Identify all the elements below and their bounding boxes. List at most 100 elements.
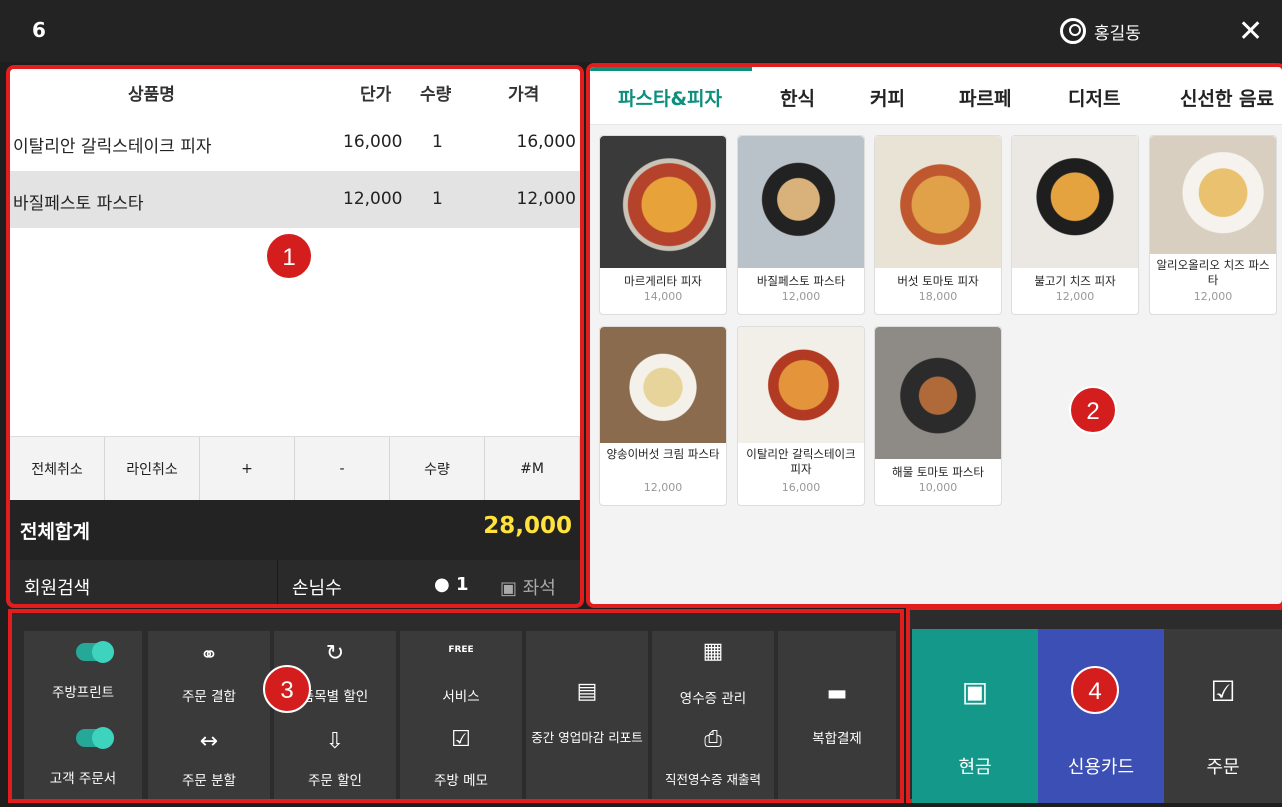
tab-fresh-drinks[interactable]: 신선한 음료 [1180,84,1274,111]
item-discount-icon: ↻ [325,641,345,666]
menu-item-bulgogi-cheese-pizza[interactable]: 불고기 치즈 피자 12,000 [1011,135,1139,315]
customer-order-toggle-cell[interactable]: 고객 주문서 [24,715,142,799]
midday-report-button[interactable]: ▤ 중간 영업마감 리포트 [526,631,648,799]
menu-item-name: 알리오올리오 치즈 파스타 [1156,258,1270,287]
service-cloche-icon: FREE [448,645,474,655]
seat-button[interactable]: ▣ 좌석 [500,574,556,600]
annotation-badge-2: 2 [1069,386,1117,434]
header-price: 가격 [508,85,540,105]
order-list-header: 상품명 단가 수량 가격 [10,69,580,114]
order-row[interactable]: 바질페스토 파스타 12,000 1 12,000 [10,171,580,228]
service-button[interactable]: FREE 서비스 [400,631,522,715]
split-icon: ↔ [199,729,219,754]
chef-hat-icon: ☑ [451,727,471,752]
credit-card-button[interactable]: 신용카드 [1038,629,1164,803]
annotation-badge-3: 3 [263,665,311,713]
kitchen-memo-button[interactable]: ☑ 주방 메모 [400,715,522,799]
order-checklist-icon: ☑ [1210,675,1236,708]
cancel-line-button[interactable]: 라인취소 [105,437,200,500]
order-button[interactable]: ☑ 주문 [1164,629,1282,803]
menu-item-seafood-tomato-pasta[interactable]: 해물 토마토 파스타 10,000 [874,326,1002,506]
menu-item-image [875,327,1001,459]
menu-item-mushroom-tomato-pizza[interactable]: 버섯 토마토 피자 18,000 [874,135,1002,315]
receipt-icon: ▦ [702,639,724,664]
order-merge-label: 주문 결합 [182,689,236,705]
seat-label: 좌석 [522,578,556,599]
menu-item-image [738,136,864,268]
tab-pasta-pizza[interactable]: 파스타&피자 [618,84,722,111]
person-icon: ● [434,574,450,595]
order-row[interactable]: 이탈리안 갈릭스테이크 피자 16,000 1 16,000 [10,114,580,171]
menu-item-margherita-pizza[interactable]: 마르게리타 피자 14,000 [599,135,727,315]
increase-qty-button[interactable]: + [200,437,295,500]
menu-panel: 파스타&피자 한식 커피 파르페 디저트 신선한 음료 마르게리타 피자 14,… [586,63,1282,608]
chat-bubbles-icon: ▬ [826,681,848,706]
seat-icon: ▣ [500,578,518,599]
guest-count[interactable]: ● 1 [434,574,469,595]
order-edit-buttons: 전체취소 라인취소 + - 수량 #M [10,436,580,500]
menu-item-name: 불고기 치즈 피자 [1034,274,1116,288]
order-item-qty: 1 [432,132,443,152]
order-item-unit-price: 16,000 [343,132,403,152]
member-search-button[interactable]: 회원검색 [10,560,278,604]
menu-item-image [875,136,1001,268]
order-discount-icon: ⇩ [325,729,345,754]
order-merge-button[interactable]: ⚭ 주문 결합 [148,631,270,715]
order-discount-button[interactable]: ⇩ 주문 할인 [274,715,396,799]
menu-item-price: 16,000 [781,481,821,494]
tab-coffee[interactable]: 커피 [870,84,905,111]
split-payment-button[interactable]: ▬ 복합결제 [778,631,896,799]
total-value: 28,000 [483,513,572,539]
menu-item-italian-garlic-steak-pizza[interactable]: 이탈리안 갈릭스테이크 피자 16,000 [737,326,865,506]
menu-item-basil-pesto-pasta[interactable]: 바질페스토 파스타 12,000 [737,135,865,315]
receipt-manage-button[interactable]: ▦ 영수증 관리 [652,631,774,715]
cancel-all-button[interactable]: 전체취소 [10,437,105,500]
kitchen-memo-label: 주방 메모 [434,773,488,789]
tab-dessert[interactable]: 디저트 [1068,84,1120,111]
user-account[interactable]: 홍길동 [1060,18,1141,44]
split-payment-label: 복합결제 [812,731,862,747]
menu-item-image [738,327,864,443]
menu-item-name: 양송이버섯 크림 파스타 [606,447,720,461]
close-icon[interactable]: ✕ [1238,14,1263,49]
order-discount-label: 주문 할인 [308,773,362,789]
order-split-button[interactable]: ↔ 주문 분할 [148,715,270,799]
menu-item-aglio-olio-cheese-pasta[interactable]: 알리오올리오 치즈 파스타 12,000 [1149,135,1277,315]
action-panel: 주방프린트 고객 주문서 ⚭ 주문 결합 ↻ 품목별 할인 FREE 서비스 ▤… [8,609,904,803]
total-label: 전체합계 [20,521,90,543]
tab-korean[interactable]: 한식 [780,84,815,111]
menu-code-button[interactable]: #M [485,437,580,500]
customer-order-toggle[interactable] [76,727,114,749]
cash-button[interactable]: ▣ 현금 [912,629,1038,803]
tab-parfait[interactable]: 파르페 [959,84,1011,111]
menu-item-name: 마르게리타 피자 [624,274,702,288]
kitchen-print-toggle-cell[interactable]: 주방프린트 [24,631,142,715]
reprint-receipt-label: 직전영수증 재출력 [665,772,761,787]
order-item-price: 12,000 [516,189,576,209]
receipt-manage-label: 영수증 관리 [679,691,747,707]
midday-report-label: 중간 영업마감 리포트 [531,730,643,745]
top-bar: 6 홍길동 ✕ [0,0,1282,62]
reprint-receipt-button[interactable]: ⎙ 직전영수증 재출력 [652,715,774,799]
order-split-label: 주문 분할 [182,773,236,789]
order-item-qty: 1 [432,189,443,209]
menu-item-price: 12,000 [1055,290,1095,303]
set-qty-button[interactable]: 수량 [390,437,485,500]
merge-icon: ⚭ [199,643,219,668]
service-label: 서비스 [442,689,480,705]
printer-icon: ⎙ [704,727,722,752]
decrease-qty-button[interactable]: - [295,437,390,500]
menu-item-image [1012,136,1138,268]
user-icon [1060,18,1086,44]
user-name: 홍길동 [1094,23,1141,44]
menu-item-name: 버섯 토마토 피자 [897,274,979,288]
menu-item-name: 해물 토마토 파스타 [892,465,984,479]
credit-card-label: 신용카드 [1067,757,1135,778]
order-item-unit-price: 12,000 [343,189,403,209]
menu-item-price: 12,000 [1193,290,1233,303]
kitchen-print-toggle[interactable] [76,641,114,663]
guest-count-label: 손님수 [292,578,342,599]
menu-item-mushroom-cream-pasta[interactable]: 양송이버섯 크림 파스타 12,000 [599,326,727,506]
report-icon: ▤ [576,679,598,704]
order-list-panel: 상품명 단가 수량 가격 이탈리안 갈릭스테이크 피자 16,000 1 16,… [6,65,584,608]
